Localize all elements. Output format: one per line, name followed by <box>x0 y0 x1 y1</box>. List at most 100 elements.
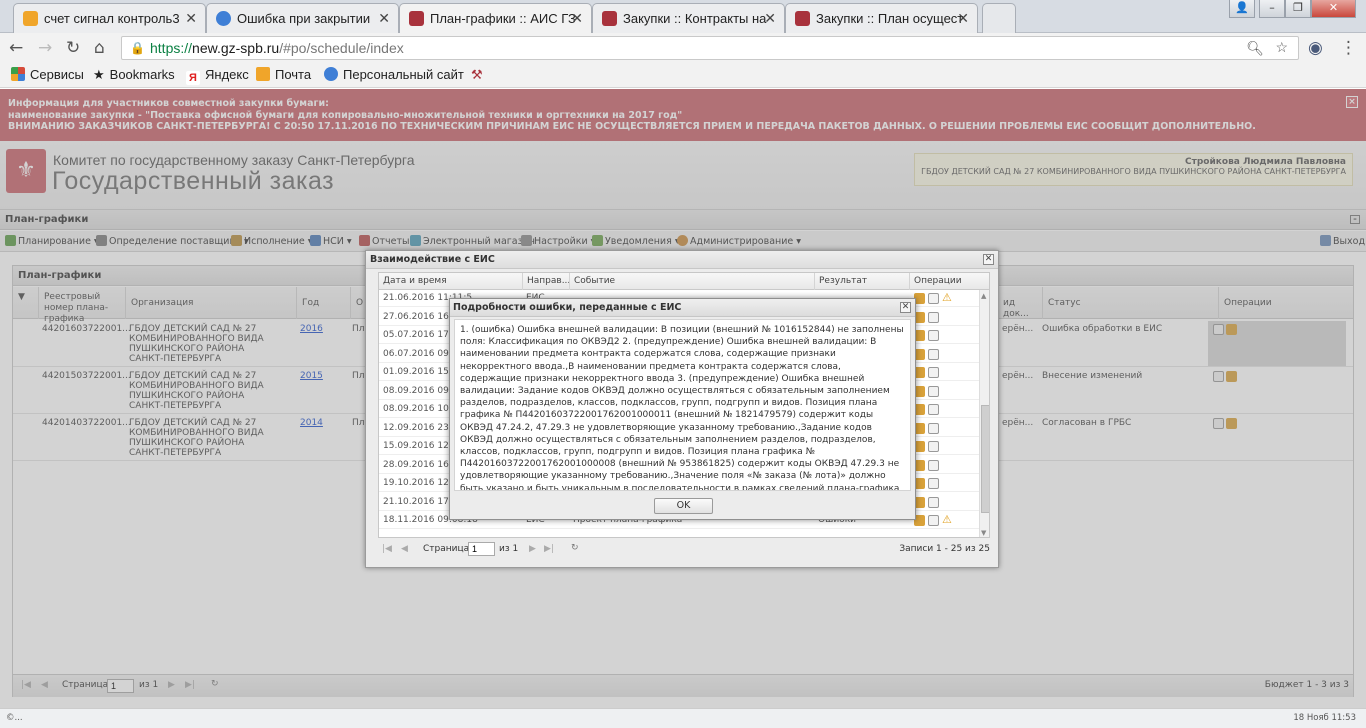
document-icon[interactable] <box>928 404 939 415</box>
bookmark-services[interactable]: Сервисы <box>11 67 84 82</box>
apps-icon <box>11 67 25 81</box>
document-icon[interactable] <box>928 330 939 341</box>
extension-icon[interactable]: ◉ <box>1308 38 1323 58</box>
tools-icon[interactable]: ⚒ <box>471 67 483 83</box>
document-icon[interactable] <box>928 367 939 378</box>
document-icon[interactable] <box>928 515 939 526</box>
dialog-title-text: Подробности ошибки, переданные с ЕИС <box>453 302 682 313</box>
lock-icon: 🔒 <box>130 41 145 55</box>
page-input[interactable] <box>468 542 495 556</box>
browser-tab-active[interactable]: План-графики :: АИС ГЗ ✕ <box>399 3 592 33</box>
clock: 18 Нояб 11:53 <box>1293 713 1356 723</box>
browser-tab[interactable]: Ошибка при закрытии ✕ <box>206 3 399 33</box>
close-icon[interactable]: ✕ <box>900 302 911 313</box>
document-icon[interactable] <box>928 385 939 397</box>
reload-icon[interactable]: ↻ <box>66 38 80 58</box>
home-icon[interactable]: ⌂ <box>94 38 105 58</box>
minimize-button[interactable]: – <box>1259 0 1285 18</box>
document-icon[interactable] <box>928 459 939 471</box>
close-icon[interactable]: ✕ <box>378 10 390 27</box>
page-label: Страница <box>423 544 470 554</box>
dialog-title: Подробности ошибки, переданные с ЕИС ✕ <box>450 299 915 317</box>
document-icon[interactable] <box>928 311 939 323</box>
window-title-text: Взаимодействие с ЕИС <box>370 254 495 265</box>
next-page-icon[interactable]: ▶ <box>529 544 536 554</box>
column-header[interactable]: Направ... <box>522 273 570 290</box>
mail-icon <box>256 67 270 81</box>
mail-icon <box>23 11 38 26</box>
address-bar[interactable]: 🔒 https://new.gz-spb.ru/#po/schedule/ind… <box>121 36 1299 60</box>
browser-tab-bar: счет сигнал контроль3 ✕ Ошибка при закры… <box>0 0 1366 33</box>
document-icon[interactable] <box>928 478 939 489</box>
warning-icon[interactable]: ⚠ <box>942 513 952 526</box>
tools-icon <box>409 11 424 26</box>
star-icon[interactable]: ☆ <box>1275 39 1288 56</box>
document-icon[interactable] <box>928 441 939 452</box>
maximize-button[interactable]: ❐ <box>1285 0 1311 18</box>
close-icon[interactable]: ✕ <box>185 10 197 27</box>
star-icon: ★ <box>93 67 105 82</box>
forward-icon[interactable]: → <box>38 38 52 58</box>
error-details-dialog: Подробности ошибки, переданные с ЕИС ✕ 1.… <box>449 298 916 520</box>
bookmark-mail[interactable]: Почта <box>256 67 311 82</box>
column-header[interactable]: Операции <box>909 273 989 290</box>
document-icon[interactable] <box>928 496 939 508</box>
scroll-up-icon[interactable]: ▲ <box>981 292 986 300</box>
help-icon <box>216 11 231 26</box>
bookmark-label: Сервисы <box>30 67 84 82</box>
window-title: Взаимодействие с ЕИС ✕ <box>366 251 998 269</box>
document-icon[interactable] <box>928 293 939 304</box>
tools-icon <box>795 11 810 26</box>
column-header[interactable]: Дата и время <box>379 273 522 290</box>
tools-icon <box>602 11 617 26</box>
column-header[interactable]: Результат <box>814 273 909 290</box>
url-scheme: https:// <box>150 40 193 56</box>
tab-title: счет сигнал контроль3 <box>44 11 180 26</box>
menu-icon[interactable]: ⋮ <box>1340 38 1357 58</box>
page-count: из 1 <box>499 544 519 554</box>
document-icon[interactable] <box>928 422 939 434</box>
eis-pager: |◀ ◀ Страница из 1 ▶ ▶| ↻ Записи 1 - 25 … <box>378 540 990 560</box>
column-header[interactable]: Событие <box>569 273 814 290</box>
scroll-thumb[interactable] <box>981 405 989 513</box>
bookmark-label: Яндекс <box>205 67 249 82</box>
prev-page-icon[interactable]: ◀ <box>401 544 408 554</box>
zoom-icon[interactable]: 🔍︎ <box>1246 40 1264 57</box>
back-icon[interactable]: ← <box>9 38 23 58</box>
copyright: ©... <box>6 713 23 723</box>
person-icon <box>324 67 338 81</box>
pager-summary: Записи 1 - 25 из 25 <box>899 544 990 554</box>
ok-button[interactable]: OK <box>654 498 713 514</box>
first-page-icon[interactable]: |◀ <box>382 544 392 554</box>
close-icon[interactable]: ✕ <box>983 254 994 265</box>
scrollbar[interactable]: ▲ ▼ <box>979 290 989 537</box>
browser-tab[interactable]: счет сигнал контроль3 ✕ <box>13 3 206 33</box>
close-icon[interactable]: ✕ <box>764 10 776 27</box>
tab-title: Ошибка при закрытии <box>237 11 371 26</box>
bookmarks-bar: Сервисы ★ Bookmarks Я Яндекс Почта Персона… <box>0 62 1366 88</box>
tab-title: План-графики :: АИС ГЗ <box>430 11 576 26</box>
browser-toolbar: ← → ↻ ⌂ 🔒 https://new.gz-spb.ru/#po/sche… <box>0 33 1366 62</box>
new-tab-button[interactable] <box>982 3 1016 33</box>
bookmark-label: Bookmarks <box>109 67 175 82</box>
close-icon[interactable]: ✕ <box>571 10 583 27</box>
refresh-icon[interactable]: ↻ <box>571 543 579 553</box>
yandex-icon: Я <box>186 71 200 85</box>
browser-tab[interactable]: Закупки :: План осущест ✕ <box>785 3 978 33</box>
window-close-button[interactable]: ✕ <box>1311 0 1356 18</box>
bookmark-personal-site[interactable]: Персональный сайт <box>324 67 464 82</box>
document-icon[interactable] <box>928 348 939 360</box>
error-details-text: 1. (ошибка) Ошибка внешней валидации: В … <box>454 319 911 491</box>
browser-tab[interactable]: Закупки :: Контракты на ✕ <box>592 3 785 33</box>
profile-icon[interactable]: 👤 <box>1229 0 1255 18</box>
tab-title: Закупки :: План осущест <box>816 11 964 26</box>
bookmark-yandex[interactable]: Я Яндекс <box>186 67 249 85</box>
close-icon[interactable]: ✕ <box>957 10 969 27</box>
url-path: /#po/schedule/index <box>279 40 404 56</box>
last-page-icon[interactable]: ▶| <box>544 544 554 554</box>
scroll-down-icon[interactable]: ▼ <box>981 529 986 537</box>
warning-icon[interactable]: ⚠ <box>942 291 952 304</box>
bookmark-bookmarks[interactable]: ★ Bookmarks <box>93 67 175 83</box>
url-host: new.gz-spb.ru <box>192 40 280 56</box>
bookmark-label: Почта <box>275 67 312 82</box>
